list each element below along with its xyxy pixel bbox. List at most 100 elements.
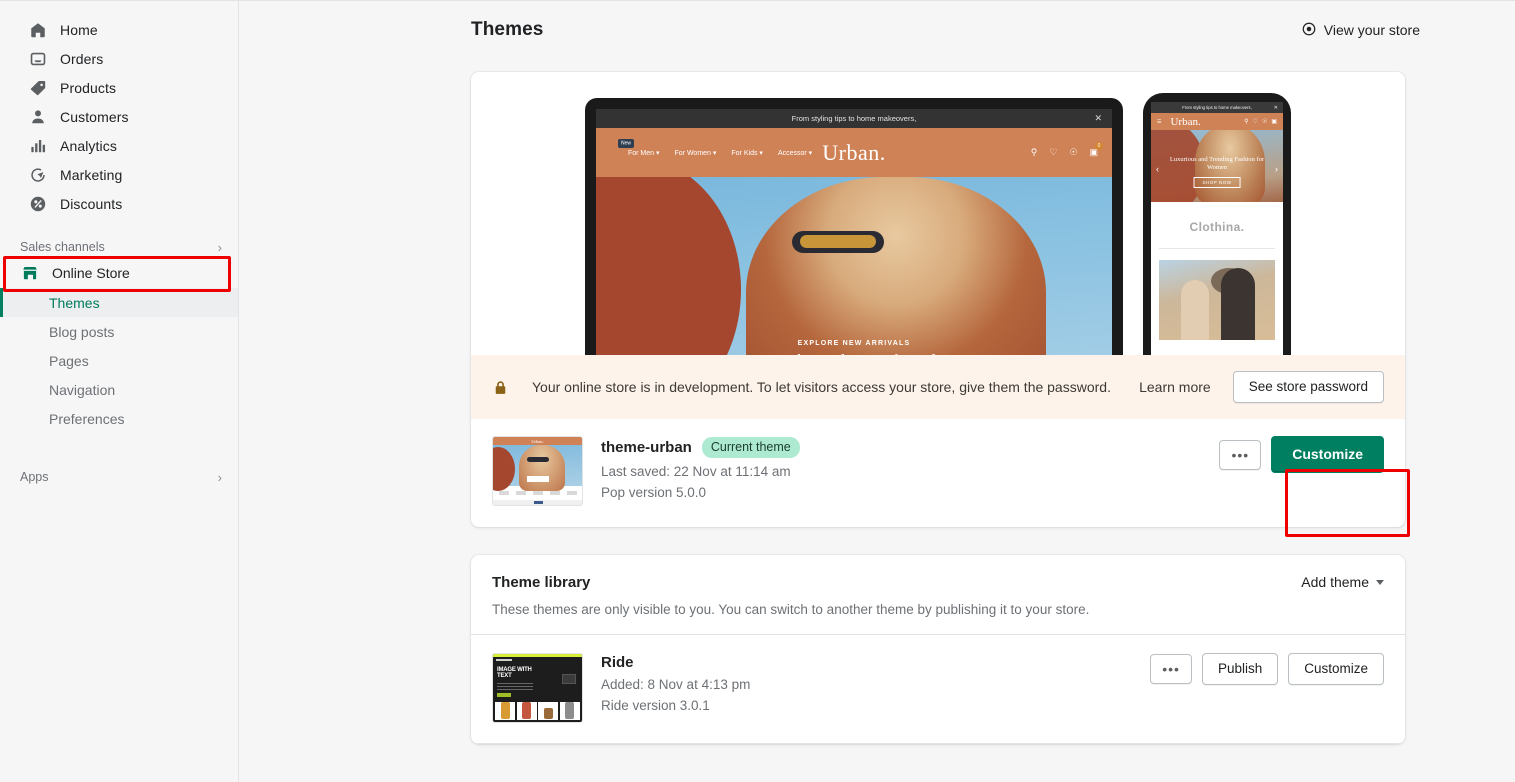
- desktop-preview-screen: From styling tips to home makeovers, ✕ N…: [596, 109, 1112, 355]
- sidebar-item-blog-posts[interactable]: Blog posts: [0, 317, 238, 346]
- thumb-product: [538, 702, 558, 720]
- banner-message: Your online store is in development. To …: [532, 379, 1111, 395]
- thumb-footer-cell: [516, 491, 526, 495]
- status-badge: Current theme: [702, 437, 800, 458]
- sidebar-subitem-label: Navigation: [49, 382, 115, 398]
- chevron-down-icon: [1376, 580, 1384, 585]
- thumb-blob: [492, 447, 515, 491]
- mobile-divider: [1159, 248, 1275, 249]
- thumb-body: IMAGE WITHTEXT: [493, 662, 582, 702]
- customize-button[interactable]: Customize: [1271, 436, 1384, 473]
- target-icon: [28, 165, 48, 185]
- sales-channels-section-header[interactable]: Sales channels ›: [0, 236, 238, 258]
- sidebar-item-preferences[interactable]: Preferences: [0, 404, 238, 433]
- close-icon: ✕: [1094, 113, 1102, 124]
- current-theme-name: theme-urban: [601, 439, 692, 456]
- customize-button[interactable]: Customize: [1288, 653, 1384, 685]
- sidebar-subitem-label: Pages: [49, 353, 89, 369]
- current-theme-row: Urban. theme-urban Current: [471, 419, 1405, 527]
- current-theme-name-line: theme-urban Current theme: [601, 437, 800, 458]
- more-actions-button[interactable]: •••: [1219, 440, 1261, 470]
- sidebar-item-label: Marketing: [60, 167, 122, 183]
- lock-icon: [492, 379, 510, 396]
- current-theme-thumbnail[interactable]: Urban.: [492, 436, 583, 506]
- publish-button[interactable]: Publish: [1202, 653, 1278, 685]
- storefront-icon: [20, 263, 40, 283]
- account-icon: ☉: [1069, 147, 1077, 158]
- preview-hero-text: EXPLORE NEW ARRIVALS Luxurious and Trend…: [596, 340, 1112, 355]
- hamburger-icon: ☰: [1157, 119, 1161, 125]
- add-theme-dropdown[interactable]: Add theme: [1301, 574, 1384, 590]
- thumb-nav: Urban.: [493, 437, 582, 445]
- preview-hero: EXPLORE NEW ARRIVALS Luxurious and Trend…: [596, 177, 1112, 355]
- thumb-cta: [497, 693, 511, 697]
- current-theme-version: Pop version 5.0.0: [601, 485, 800, 500]
- thumb-product: [560, 702, 580, 720]
- mobile-shop-icons: ⚲ ♡ ☉ ▣: [1244, 118, 1277, 125]
- see-store-password-button[interactable]: See store password: [1233, 371, 1384, 403]
- device-mockups: From styling tips to home makeovers, ✕ N…: [585, 93, 1291, 355]
- product-swatch: [501, 702, 510, 719]
- sidebar-item-analytics[interactable]: Analytics: [8, 131, 230, 160]
- sidebar-item-pages[interactable]: Pages: [0, 346, 238, 375]
- search-icon: ⚲: [1031, 147, 1038, 158]
- sidebar-item-navigation[interactable]: Navigation: [0, 375, 238, 404]
- sidebar-item-customers[interactable]: Customers: [8, 102, 230, 131]
- apps-section-header[interactable]: Apps ›: [0, 466, 238, 488]
- sidebar-item-marketing[interactable]: Marketing: [8, 160, 230, 189]
- theme-library-description: These themes are only visible to you. Yo…: [492, 602, 1384, 617]
- thumb-line: [497, 683, 533, 684]
- chevron-right-icon: ›: [218, 471, 222, 484]
- search-icon: ⚲: [1244, 118, 1248, 125]
- sidebar-subitem-label: Blog posts: [49, 324, 114, 340]
- sidebar-subitem-label: Themes: [49, 295, 100, 311]
- view-your-store-link[interactable]: View your store: [1301, 21, 1420, 40]
- thumb-footer-cell: [567, 491, 577, 495]
- sidebar-item-discounts[interactable]: Discounts: [8, 189, 230, 218]
- development-store-banner: Your online store is in development. To …: [471, 355, 1405, 419]
- heart-icon: ♡: [1253, 118, 1258, 125]
- theme-library-header: Theme library Add theme These themes are…: [471, 555, 1405, 634]
- sidebar-item-label: Online Store: [52, 265, 130, 281]
- ride-theme-thumbnail[interactable]: IMAGE WITHTEXT: [492, 653, 583, 723]
- table-row: IMAGE WITHTEXT Ride Added: 8 Nov at 4: [471, 635, 1405, 743]
- mobile-shop-now-button[interactable]: SHOP NOW: [1194, 177, 1241, 188]
- orders-inbox-icon: [28, 49, 48, 69]
- current-theme-card: From styling tips to home makeovers, ✕ N…: [471, 72, 1405, 527]
- mobile-preview[interactable]: From styling tips to home makeovers, ✕ ☰…: [1143, 93, 1291, 355]
- preview-announcement-text: From styling tips to home makeovers,: [792, 114, 917, 123]
- thumb-footer-cell: [533, 491, 543, 495]
- learn-more-link[interactable]: Learn more: [1139, 379, 1211, 395]
- thumb-footer-cell: [550, 491, 560, 495]
- hero-sunglasses: [792, 231, 884, 253]
- thumb-line: [497, 686, 533, 687]
- sidebar-item-products[interactable]: Products: [8, 73, 230, 102]
- thumb-text-lines: [497, 683, 578, 690]
- library-theme-name: Ride: [601, 654, 750, 671]
- chevron-right-icon: ›: [218, 241, 222, 254]
- thumb-model: [519, 445, 565, 491]
- sidebar-item-themes[interactable]: Themes: [0, 288, 238, 317]
- sidebar-item-label: Products: [60, 80, 116, 96]
- sidebar-item-home[interactable]: Home: [8, 15, 230, 44]
- main-content: Themes View your store From styling tips…: [239, 0, 1515, 782]
- mobile-hero-title: Luxurious and Trending Fashion for Women: [1151, 156, 1283, 173]
- product-swatch: [544, 708, 553, 719]
- sidebar-item-orders[interactable]: Orders: [8, 44, 230, 73]
- thumb-placeholder-image: [562, 674, 576, 684]
- apps-label: Apps: [20, 470, 49, 484]
- sidebar-item-label: Analytics: [60, 138, 117, 154]
- product-swatch: [565, 702, 574, 719]
- sidebar-item-online-store[interactable]: Online Store: [0, 258, 238, 288]
- cart-count-badge: 0: [1095, 142, 1103, 150]
- sidebar-subitem-label: Preferences: [49, 411, 124, 427]
- ride-theme-info: Ride Added: 8 Nov at 4:13 pm Ride versio…: [601, 653, 750, 713]
- desktop-preview[interactable]: From styling tips to home makeovers, ✕ N…: [585, 98, 1123, 355]
- theme-preview-strip[interactable]: From styling tips to home makeovers, ✕ N…: [471, 72, 1405, 355]
- preview-announcement-bar: From styling tips to home makeovers, ✕: [596, 109, 1112, 128]
- mobile-figure-right: [1221, 268, 1255, 340]
- mobile-announcement-bar: From styling tips to home makeovers, ✕: [1151, 102, 1283, 113]
- more-actions-button[interactable]: •••: [1150, 654, 1192, 684]
- banner-actions: Learn more See store password: [1139, 371, 1384, 403]
- page-title: Themes: [471, 19, 543, 41]
